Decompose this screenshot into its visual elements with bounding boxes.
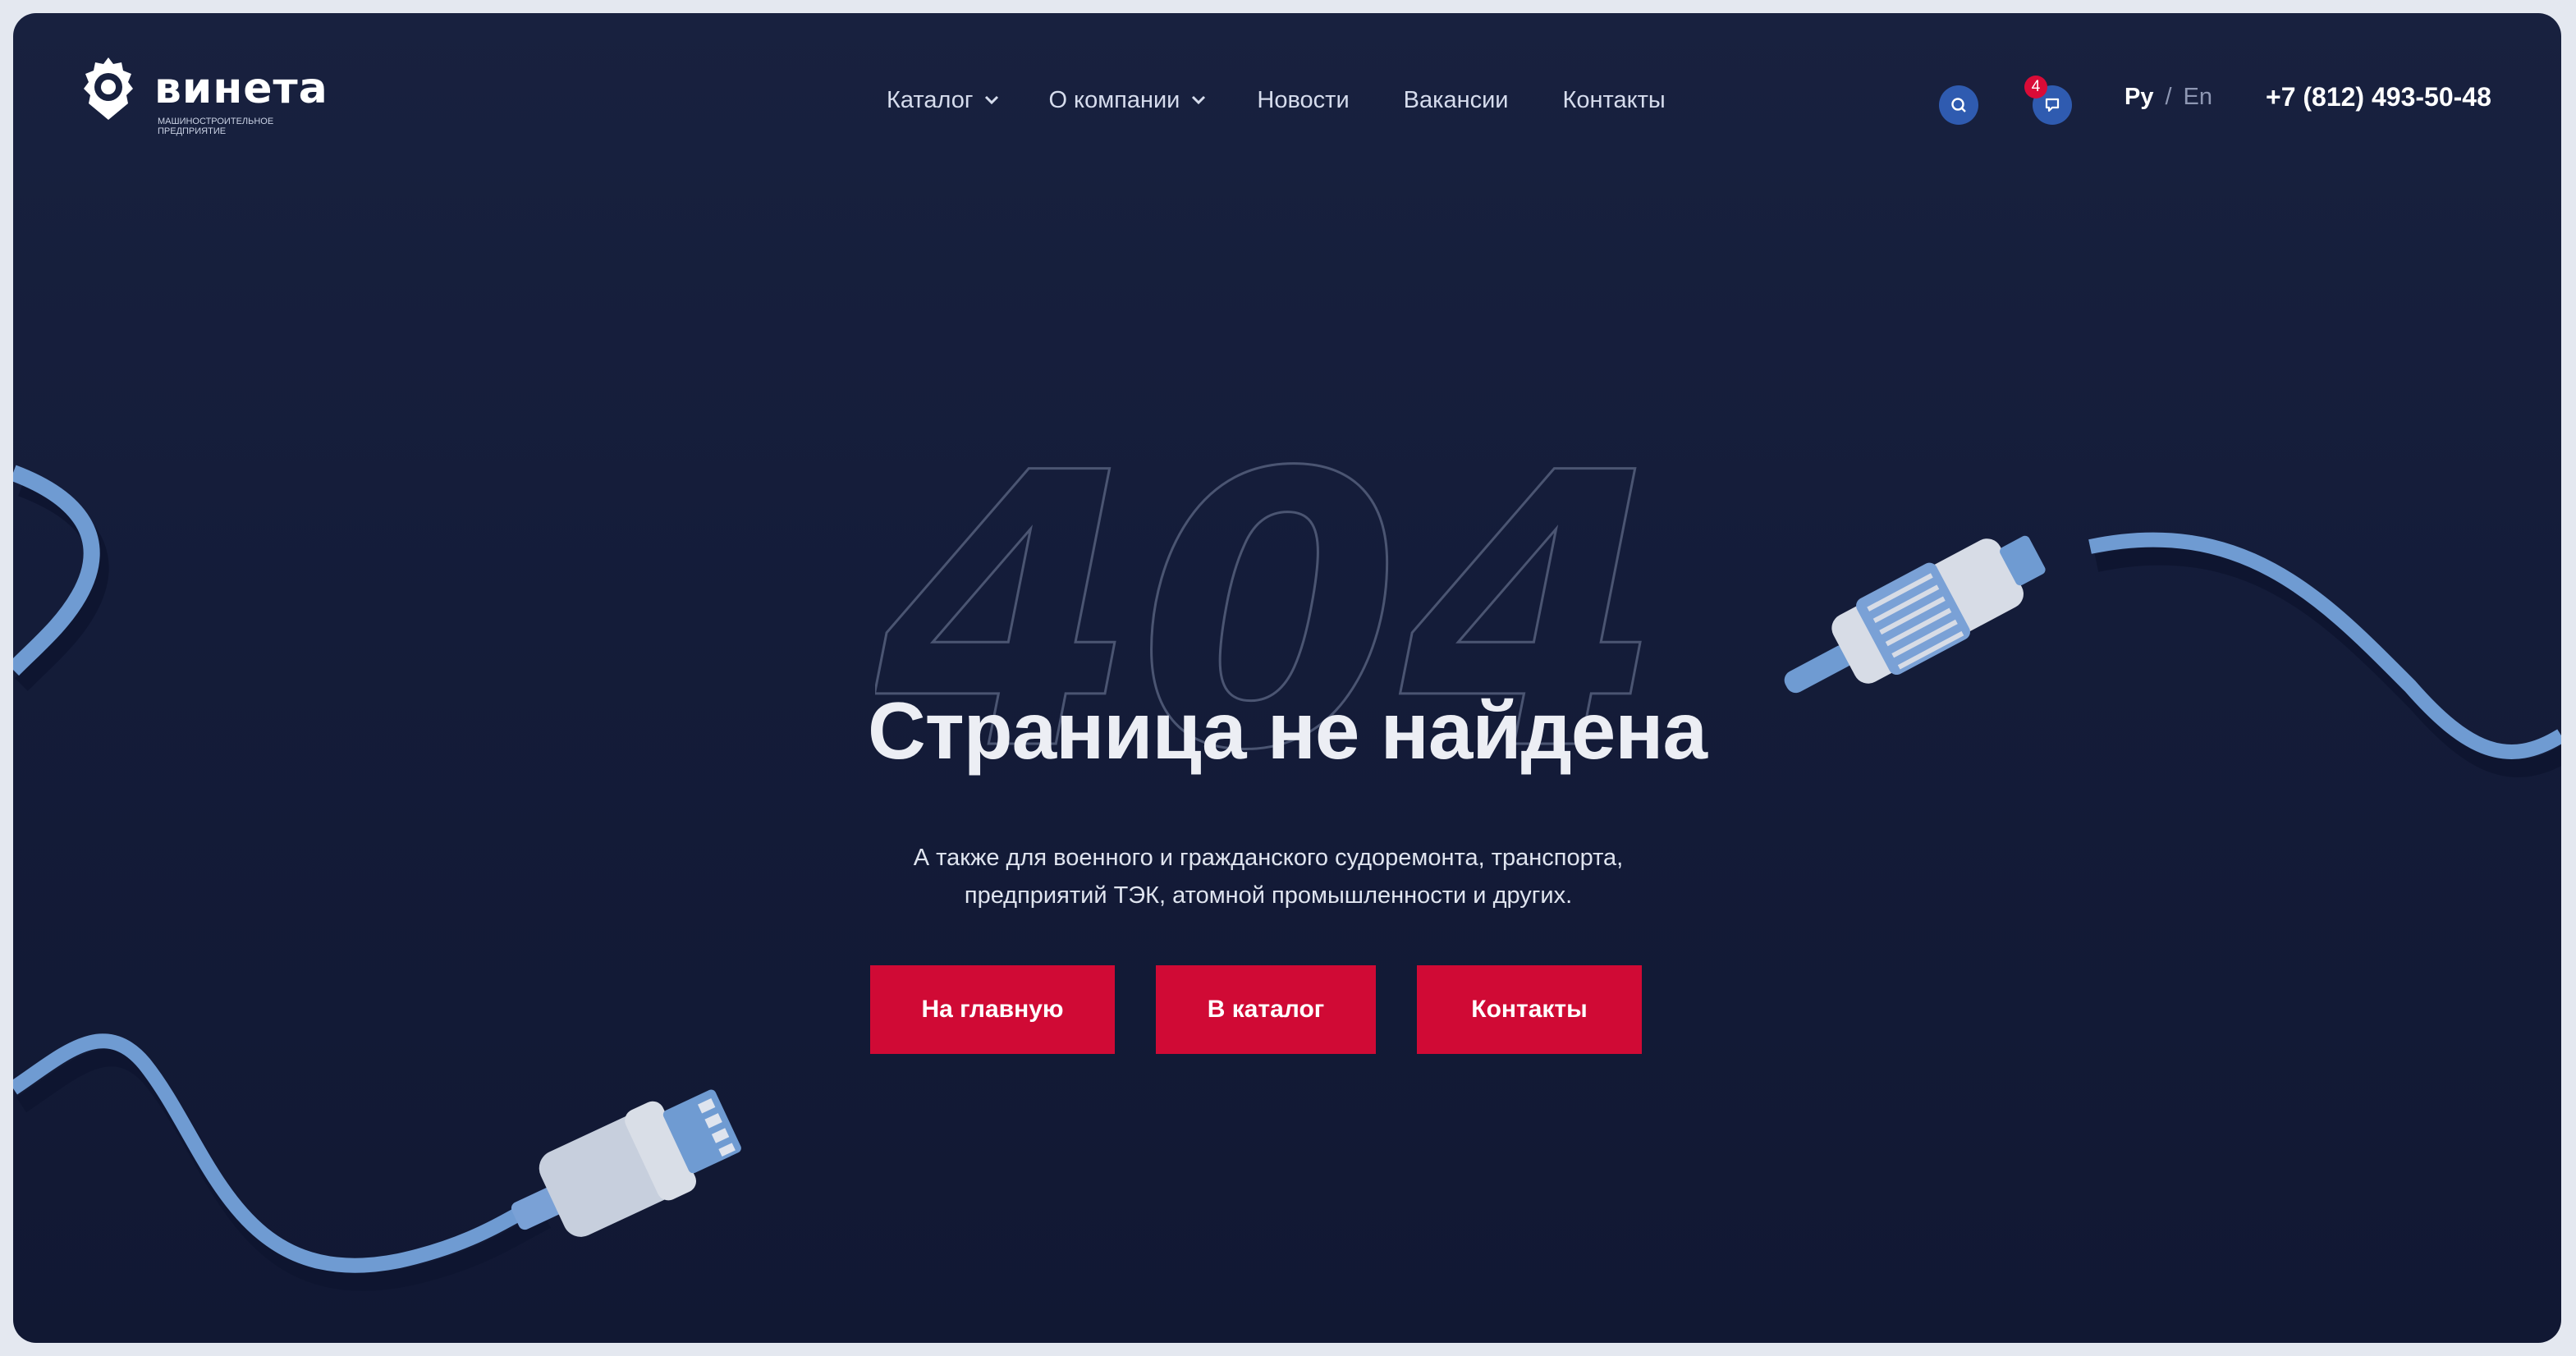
page-frame: винета машиностроительное предприятие Ка… — [13, 13, 2561, 1343]
lang-separator: / — [2165, 84, 2172, 110]
nav-item-label: О компании — [1048, 86, 1180, 113]
nav-item-label: Вакансии — [1403, 86, 1509, 113]
nav-item-catalog[interactable]: Каталог — [887, 84, 999, 117]
contacts-button[interactable]: Контакты — [1417, 965, 1642, 1054]
logo-gear-icon — [84, 57, 133, 120]
nav-item-vacancies[interactable]: Вакансии — [1404, 84, 1509, 117]
nav-item-label: Каталог — [887, 86, 974, 113]
page-subtitle: А также для военного и гражданского судо… — [834, 839, 1703, 914]
nav-item-label: Контакты — [1562, 86, 1666, 113]
chat-button[interactable]: 4 — [2024, 76, 2072, 125]
notification-badge: 4 — [2024, 76, 2047, 98]
page-title: Страница не найдена — [867, 685, 1707, 776]
search-button[interactable] — [1939, 85, 1978, 125]
phone-link[interactable]: +7 (812) 493-50-48 — [2266, 82, 2491, 112]
site-header: винета машиностроительное предприятие Ка… — [13, 13, 2561, 169]
lang-en-link[interactable]: En — [2184, 84, 2212, 111]
main-nav: Каталог О компании Новости Вакансии Конт… — [887, 84, 1666, 117]
lang-ru-link[interactable]: Ру — [2125, 84, 2153, 111]
catalog-button[interactable]: В каталог — [1156, 965, 1376, 1054]
nav-item-label: Новости — [1257, 86, 1350, 113]
chat-icon — [2045, 98, 2060, 112]
search-icon — [1951, 98, 1966, 112]
nav-item-about[interactable]: О компании — [1048, 84, 1206, 117]
chevron-down-icon — [985, 95, 999, 105]
home-button[interactable]: На главную — [870, 965, 1115, 1054]
logo-wordmark: винета — [154, 64, 328, 113]
language-switcher: Ру / En — [2125, 84, 2212, 111]
logo-tagline: машиностроительное предприятие — [158, 117, 274, 136]
subtitle-line: предприятий ТЭК, атомной промышленности … — [964, 882, 1573, 909]
subtitle-line: А также для военного и гражданского судо… — [913, 845, 1624, 871]
nav-item-news[interactable]: Новости — [1257, 84, 1349, 117]
nav-item-contacts[interactable]: Контакты — [1563, 84, 1666, 117]
logo[interactable]: винета машиностроительное предприятие — [76, 54, 346, 144]
chevron-down-icon — [1192, 95, 1206, 105]
